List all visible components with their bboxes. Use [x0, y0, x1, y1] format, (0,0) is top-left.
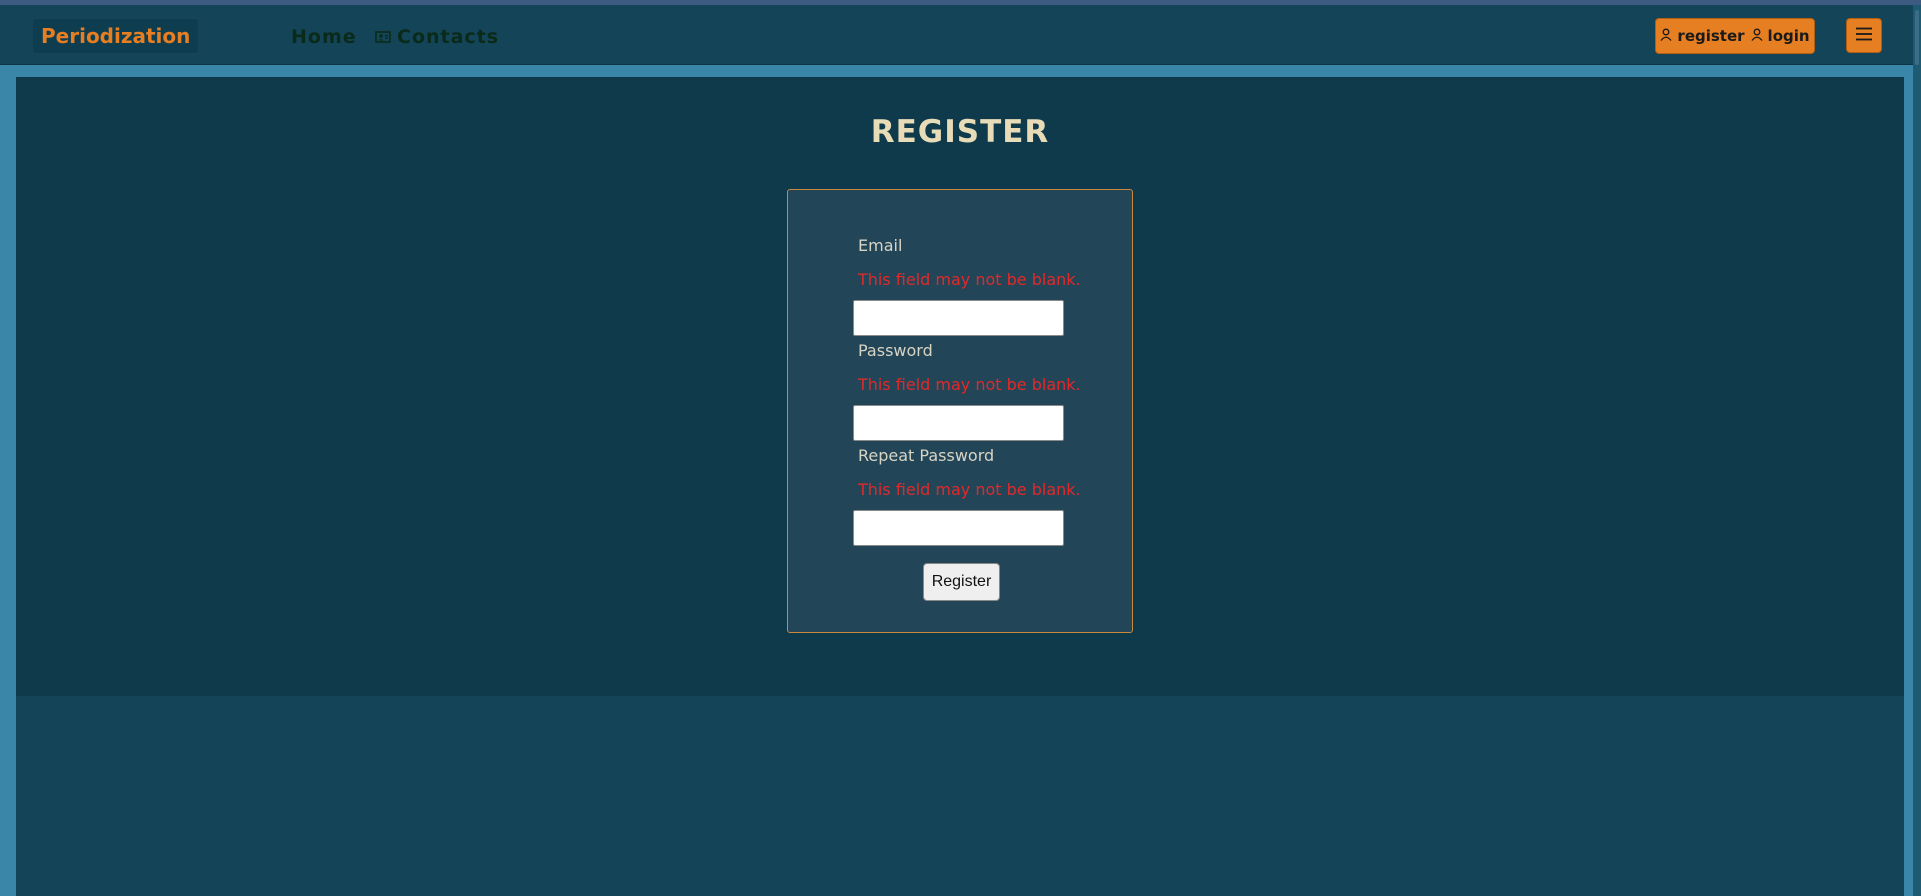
- main-content: REGISTER Email This field may not be bla…: [16, 77, 1904, 896]
- email-field[interactable]: [853, 300, 1064, 336]
- register-submit-button[interactable]: Register: [923, 563, 1000, 601]
- password-label: Password: [858, 341, 933, 360]
- repeat-password-label: Repeat Password: [858, 446, 995, 465]
- nav-link-home-label: Home: [291, 26, 357, 48]
- email-label: Email: [858, 236, 903, 255]
- repeat-password-field[interactable]: [853, 510, 1064, 546]
- login-link[interactable]: login: [1751, 27, 1810, 45]
- register-link[interactable]: register: [1660, 27, 1745, 45]
- page-scrollbar[interactable]: [1913, 5, 1921, 896]
- user-icon: [1751, 27, 1763, 45]
- auth-buttons: register login: [1655, 18, 1815, 54]
- register-section: REGISTER Email This field may not be bla…: [16, 77, 1904, 696]
- menu-toggle-button[interactable]: [1846, 18, 1882, 53]
- contact-card-icon: [375, 30, 391, 44]
- page-title: REGISTER: [870, 114, 1050, 150]
- user-icon: [1660, 27, 1672, 45]
- nav-link-home[interactable]: Home: [291, 22, 357, 52]
- nav-link-contacts-label: Contacts: [397, 26, 500, 48]
- nav-link-contacts[interactable]: Contacts: [375, 22, 499, 52]
- repeat-password-error: This field may not be blank.: [858, 480, 1081, 499]
- navbar: Periodization Home Contacts register log…: [0, 5, 1921, 65]
- email-error: This field may not be blank.: [858, 270, 1081, 289]
- brand-logo-link[interactable]: Periodization: [33, 19, 199, 53]
- register-link-label: register: [1677, 27, 1745, 45]
- password-error: This field may not be blank.: [858, 375, 1081, 394]
- hamburger-menu-icon: [1855, 27, 1873, 44]
- register-form: Email This field may not be blank. Passw…: [787, 189, 1133, 633]
- scrollbar-thumb[interactable]: [1915, 10, 1919, 65]
- login-link-label: login: [1767, 27, 1810, 45]
- password-field[interactable]: [853, 405, 1064, 441]
